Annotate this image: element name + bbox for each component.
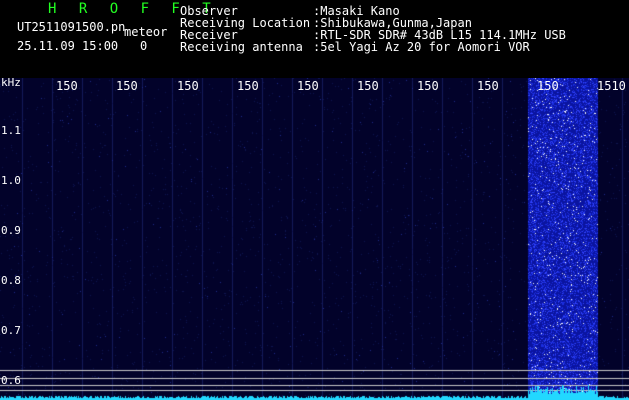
x-tick-label: 150 [116,79,138,93]
x-tick-label: 150 [537,79,559,93]
header-panel: H R O F F T UT2511091500.pn meteor 25.11… [0,0,629,78]
meteor-label: meteor [124,25,168,39]
x-tick-label: 150 [477,79,499,93]
y-tick-label: 0.6 [1,374,21,387]
waterfall-spectrogram [0,78,629,400]
meteor-count: 0 [140,39,148,53]
y-tick-label: 1.0 [1,174,21,187]
field-value-antenna: :5el Yagi Az 20 for Aomori VOR [313,40,530,54]
y-tick-label: 0.7 [1,324,21,337]
x-tick-label: 150 [177,79,199,93]
field-label-antenna: Receiving antenna [180,40,303,54]
x-tick-label: 150 [357,79,379,93]
x-tick-label: 150 [237,79,259,93]
x-tick-label: 150 [56,79,78,93]
datetime-label: 25.11.09 15:00 [17,39,119,53]
x-tick-label: 150 [297,79,319,93]
filename-label: UT2511091500.pn [17,20,126,34]
y-tick-label: 1.1 [1,124,21,137]
y-tick-label: 0.8 [1,274,21,287]
x-tick-label: 1510 [597,79,626,93]
y-tick-label: 0.9 [1,224,21,237]
x-tick-label: 150 [417,79,439,93]
y-unit-label: kHz [1,76,21,89]
